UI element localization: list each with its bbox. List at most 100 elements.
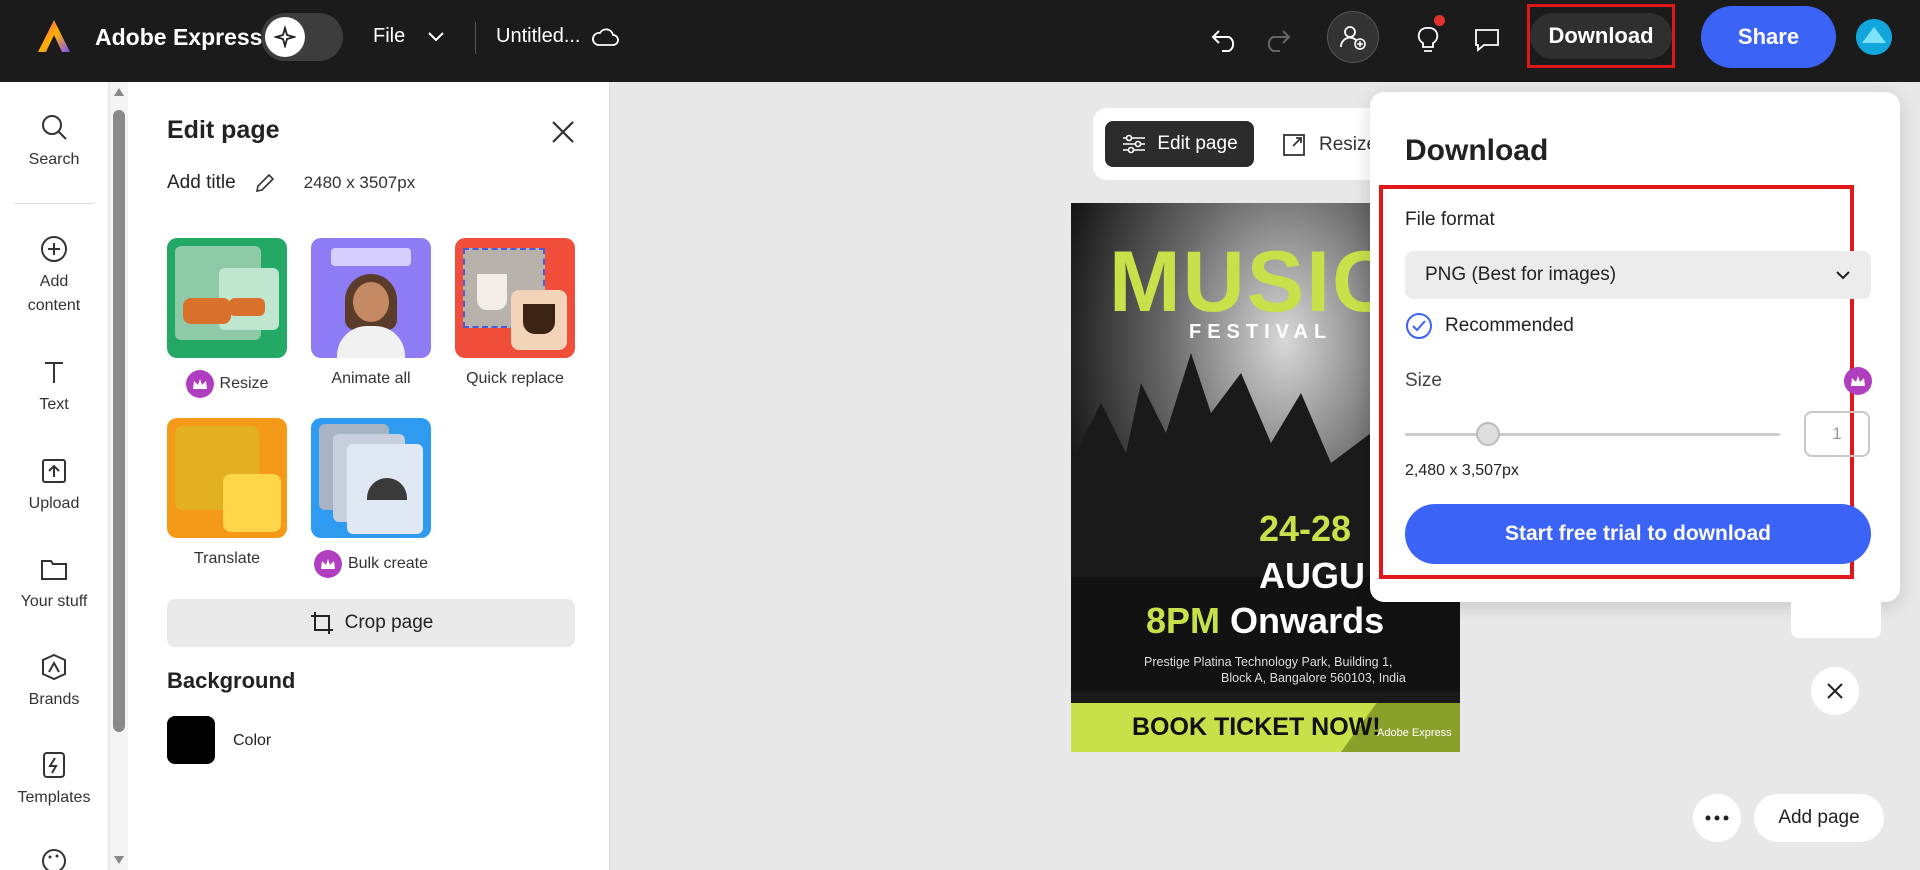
premium-crown-icon: [185, 370, 214, 398]
redo-icon[interactable]: [1259, 22, 1295, 58]
translate-card[interactable]: Translate: [167, 418, 287, 568]
resize-card[interactable]: Resize: [167, 238, 287, 398]
folder-icon: [41, 560, 67, 580]
card-label: Translate: [193, 550, 261, 567]
file-menu[interactable]: File: [373, 25, 445, 48]
translate-thumbnail: [167, 418, 287, 538]
canvas-toolbar: Edit page Resize: [1093, 108, 1383, 180]
adobe-express-logo-icon[interactable]: [36, 18, 72, 54]
chevron-down-icon: [428, 31, 444, 41]
quick-replace-thumbnail: [455, 238, 575, 358]
animate-all-thumbnail: [311, 238, 431, 358]
divider: [475, 22, 476, 54]
rail-item-label: Brands: [28, 691, 80, 708]
background-color-swatch[interactable]: [167, 716, 215, 764]
brands-icon: [42, 653, 66, 681]
left-rail: Search Add content Text Upload Your stuf…: [0, 82, 108, 870]
notification-dot: [1432, 13, 1447, 28]
document-title-text: Untitled...: [496, 25, 581, 47]
download-button-highlight: Download: [1527, 4, 1675, 68]
poster-subheadline: FESTIVAL: [1189, 321, 1333, 343]
recommended-label: Recommended: [1445, 315, 1574, 336]
templates-icon: [43, 752, 65, 778]
poster-month: AUGU: [1259, 555, 1365, 596]
rail-item-templates[interactable]: Templates: [0, 750, 108, 810]
resize-icon: [1283, 134, 1305, 156]
rail-item-your-stuff[interactable]: Your stuff: [0, 554, 108, 614]
bulk-create-card[interactable]: Bulk create: [311, 418, 431, 578]
download-popover-title: Download: [1405, 134, 1549, 167]
size-slider-track[interactable]: [1405, 433, 1780, 436]
download-button[interactable]: Download: [1530, 13, 1672, 59]
panel-title: Edit page: [167, 116, 280, 144]
edit-page-button[interactable]: Edit page: [1105, 121, 1254, 167]
document-title[interactable]: Untitled...: [496, 25, 620, 48]
card-label: Bulk create: [347, 555, 429, 572]
poster-time-rest: Onwards: [1230, 600, 1385, 641]
background-heading: Background: [167, 668, 296, 693]
rail-item-label: Search: [28, 151, 80, 168]
download-popover: Download File format PNG (Best for image…: [1370, 92, 1900, 602]
poster-time: 8PM Onwards: [1146, 600, 1384, 642]
resize-label: Resize: [1319, 134, 1378, 155]
size-slider-handle[interactable]: [1476, 422, 1500, 446]
crop-page-label: Crop page: [344, 612, 434, 633]
page-dimensions: 2480 x 3507px: [303, 173, 416, 192]
divider: [14, 203, 94, 204]
resize-button[interactable]: Resize: [1281, 132, 1377, 158]
edit-page-label: Edit page: [1157, 133, 1238, 154]
more-horizontal-icon: [1705, 815, 1729, 821]
poster-time-accent: 8PM: [1146, 600, 1221, 641]
premium-crown-icon: [1844, 367, 1872, 395]
poster-cta: BOOK TICKET NOW!: [1132, 713, 1381, 741]
cloud-icon: [592, 28, 620, 46]
animate-all-card[interactable]: Animate all: [311, 238, 431, 388]
size-label: Size: [1405, 370, 1442, 391]
start-free-trial-button[interactable]: Start free trial to download: [1405, 504, 1871, 564]
scroll-up-icon[interactable]: [114, 88, 124, 96]
rail-scrollbar[interactable]: [110, 82, 128, 870]
palette-icon[interactable]: [0, 846, 108, 870]
more-options-button[interactable]: [1693, 794, 1741, 842]
upload-icon: [42, 459, 66, 483]
file-format-value: PNG (Best for images): [1425, 264, 1617, 285]
pencil-icon[interactable]: [254, 172, 276, 194]
rail-item-label: Upload: [28, 495, 80, 512]
undo-icon[interactable]: [1207, 22, 1243, 58]
quick-replace-card[interactable]: Quick replace: [455, 238, 575, 388]
search-icon: [42, 115, 67, 140]
invite-collaborator-button[interactable]: [1327, 11, 1379, 63]
poster-address-line1: Prestige Platina Technology Park, Buildi…: [1144, 655, 1393, 669]
rail-item-label: Text: [39, 396, 69, 413]
file-format-select[interactable]: PNG (Best for images): [1405, 251, 1871, 299]
card-label: Quick replace: [466, 370, 564, 387]
crop-page-button[interactable]: Crop page: [167, 599, 575, 647]
avatar[interactable]: [1856, 19, 1892, 55]
close-floating-button[interactable]: [1811, 667, 1859, 715]
add-person-icon: [1340, 26, 1366, 50]
side-panel-fragment: [1791, 588, 1881, 638]
close-icon[interactable]: [549, 118, 577, 146]
rail-item-upload[interactable]: Upload: [0, 456, 108, 516]
size-input[interactable]: 1: [1804, 411, 1870, 457]
comment-icon[interactable]: [1469, 22, 1505, 58]
scroll-down-icon[interactable]: [114, 856, 124, 864]
rail-item-brands[interactable]: Brands: [0, 652, 108, 712]
scrollbar-thumb[interactable]: [113, 110, 125, 732]
rail-item-add-content[interactable]: Add content: [0, 234, 108, 318]
share-button[interactable]: Share: [1701, 6, 1836, 68]
ai-mode-toggle[interactable]: [261, 13, 343, 61]
add-title-row[interactable]: Add title 2480 x 3507px: [167, 172, 415, 194]
text-icon: [45, 362, 63, 383]
add-page-button[interactable]: Add page: [1754, 794, 1884, 842]
file-format-label: File format: [1405, 209, 1495, 230]
rail-item-search[interactable]: Search: [0, 112, 108, 172]
size-dimensions: 2,480 x 3,507px: [1405, 462, 1519, 479]
check-circle-icon: [1406, 313, 1432, 339]
rail-item-text[interactable]: Text: [0, 357, 108, 417]
file-menu-label: File: [373, 25, 406, 47]
edit-page-panel: Edit page Add title 2480 x 3507px Resize…: [128, 82, 610, 870]
rail-item-label: Your stuff: [20, 593, 88, 610]
poster-address-line2: Block A, Bangalore 560103, India: [1221, 671, 1406, 685]
rail-item-label: Templates: [17, 789, 91, 806]
